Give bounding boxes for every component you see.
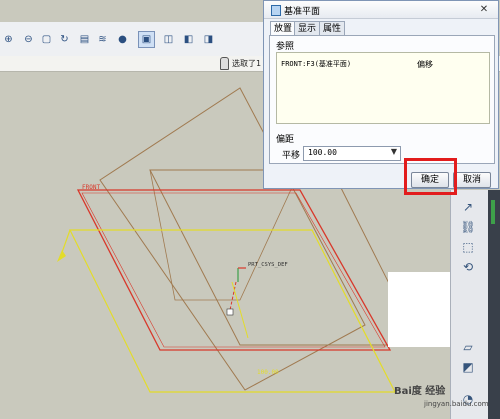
cancel-button[interactable]: 取消 bbox=[453, 172, 491, 188]
tab-display[interactable]: 显示 bbox=[294, 21, 321, 36]
zoom-in-icon[interactable]: ⊕ bbox=[0, 31, 17, 48]
main-toolbar: ⊕ ⊖ ▢ ↻ ▤ ≋ ● ▣ ◫ ◧ ◨ bbox=[0, 22, 270, 57]
view-manager-icon[interactable]: ▤ bbox=[76, 31, 93, 48]
saved-views-icon[interactable]: ▣ bbox=[138, 31, 155, 48]
datum-plane-outline bbox=[149, 169, 421, 346]
extrude-icon[interactable]: ⬚ bbox=[459, 238, 477, 256]
app-icon bbox=[271, 5, 281, 16]
datum-point-icon[interactable]: ◨ bbox=[200, 31, 217, 48]
refit-icon[interactable]: ▢ bbox=[38, 31, 55, 48]
direction-arrow-icon bbox=[57, 250, 66, 262]
datum-plane-dialog: 基准平面 ✕ 放置 显示 属性 参照 FRONT:F3(基准平面) 偏移 偏距 … bbox=[263, 0, 499, 189]
scroll-grip[interactable] bbox=[491, 200, 495, 224]
selection-status: 选取了1 bbox=[232, 59, 262, 68]
display-style-icon[interactable]: ● bbox=[114, 31, 131, 48]
sketch-icon[interactable]: ↗ bbox=[459, 198, 477, 216]
offset-value: 100.00 bbox=[308, 148, 337, 157]
references-list[interactable]: FRONT:F3(基准平面) 偏移 bbox=[276, 52, 490, 124]
dimension-label: 100.00 bbox=[257, 369, 279, 376]
dialog-titlebar: 基准平面 ✕ bbox=[264, 1, 498, 19]
watermark-url: jingyan.baidu.com bbox=[424, 400, 489, 408]
references-label: 参照 bbox=[276, 42, 295, 52]
csys-label: PRT_CSYS_DEF bbox=[248, 262, 288, 268]
reorient-icon[interactable]: ↻ bbox=[56, 31, 73, 48]
feature-toolbar: ↗ ⛓ ⬚ ⟲ ▱ ◩ ◔ bbox=[450, 190, 489, 419]
tab-properties[interactable]: 属性 bbox=[319, 21, 346, 36]
revolve-icon[interactable]: ⟲ bbox=[459, 258, 477, 276]
close-icon[interactable]: ✕ bbox=[476, 3, 492, 16]
ok-button-highlight bbox=[404, 158, 457, 195]
side-scrollbar[interactable] bbox=[488, 190, 500, 419]
dialog-title: 基准平面 bbox=[284, 7, 321, 17]
reference-constraint[interactable]: 偏移 bbox=[417, 59, 433, 70]
front-plane-label: FRONT bbox=[82, 184, 100, 191]
offset-value-field[interactable]: 100.00 ▼ bbox=[303, 146, 401, 161]
drag-handle[interactable] bbox=[226, 308, 234, 316]
datum-plane-icon[interactable]: ◫ bbox=[160, 31, 177, 48]
lock-icon bbox=[220, 57, 229, 70]
chevron-down-icon[interactable]: ▼ bbox=[391, 147, 397, 156]
front-datum-plane bbox=[76, 189, 392, 351]
zoom-out-icon[interactable]: ⊖ bbox=[20, 31, 37, 48]
datum-axis-icon[interactable]: ◧ bbox=[180, 31, 197, 48]
offset-section-label: 偏距 bbox=[276, 135, 295, 145]
pattern-icon[interactable]: ▱ bbox=[459, 338, 477, 356]
translate-label: 平移 bbox=[282, 151, 301, 161]
placement-panel: 参照 FRONT:F3(基准平面) 偏移 偏距 平移 100.00 ▼ bbox=[269, 35, 495, 164]
mirror-icon[interactable]: ◩ bbox=[459, 358, 477, 376]
layers-icon[interactable]: ≋ bbox=[94, 31, 111, 48]
reference-name[interactable]: FRONT:F3(基准平面) bbox=[281, 59, 351, 69]
watermark: Bai度 经验 bbox=[394, 386, 446, 397]
link-icon[interactable]: ⛓ bbox=[459, 218, 477, 236]
